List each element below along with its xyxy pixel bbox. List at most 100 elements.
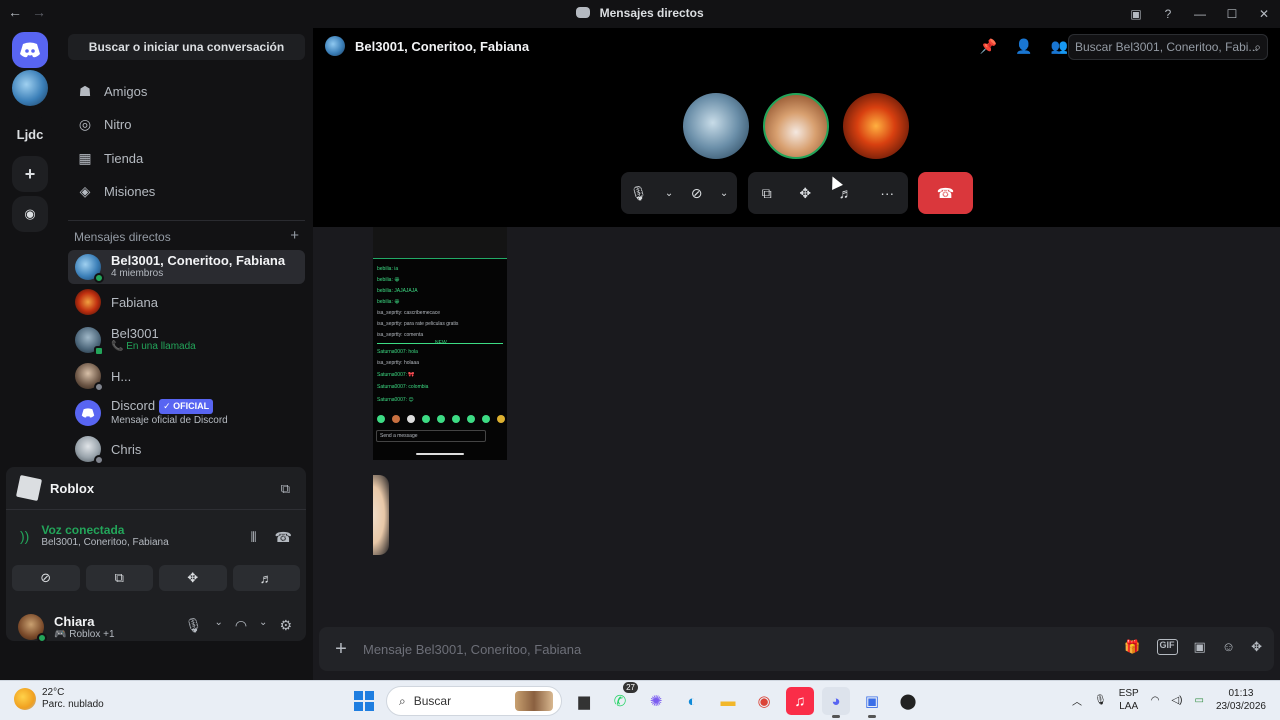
copilot-icon[interactable]: ✺ (642, 687, 670, 715)
dm-item-h[interactable]: H... (68, 359, 305, 393)
discord-taskbar-icon[interactable]: ◕ (822, 687, 850, 718)
game-activity[interactable]: Roblox (15, 474, 94, 502)
taskbar-search[interactable]: ⌕ Buscar (386, 686, 562, 716)
message-input[interactable]: Mensaje Bel3001, Coneritoo, Fabiana (363, 642, 581, 657)
nitro-icon: ◎ (78, 116, 92, 132)
gif-icon[interactable]: GIF (1156, 639, 1178, 655)
close-button[interactable]: ✕ (1248, 7, 1280, 21)
server-ljdc[interactable]: Ljdc (12, 116, 48, 152)
nav-friends[interactable]: ☗ Amigos (68, 76, 305, 106)
soundboard-button[interactable]: ♬ (232, 565, 300, 591)
discord-app: ← → Mensajes directos ▣ ? — ☐ ✕ Ljdc + ◉ (0, 0, 1280, 680)
chevron-down-icon[interactable]: ⌄ (214, 617, 222, 634)
activities-button[interactable]: ✥ (159, 565, 227, 591)
chevron-up-icon[interactable]: ︿ (1072, 693, 1082, 708)
audio-video-controls: 🎙 ⌄ ⊘ ⌄ (621, 172, 737, 214)
camera-off-icon[interactable]: ⊘ (691, 185, 703, 202)
whatsapp-icon[interactable]: ✆ 27 (606, 682, 638, 715)
dm-section-header: Mensajes directos + (74, 227, 299, 244)
minimize-button[interactable]: — (1184, 7, 1216, 21)
stream-game-icon[interactable]: ⧉ (281, 481, 290, 497)
dm-item-discord[interactable]: Discord ✓ OFICIAL Mensaje oficial de Disc… (68, 396, 305, 430)
maximize-button[interactable]: ☐ (1216, 7, 1248, 21)
user-panel: Chiara 🎮 Roblox +1 🎙 ⌄ ◠ ⌄ ⚙ (6, 603, 306, 651)
task-view-icon[interactable]: ▆ (570, 687, 598, 715)
discord-logo-icon (20, 42, 40, 58)
roblox-taskbar-icon[interactable]: ▣ (858, 687, 886, 718)
activities-icon[interactable]: ✥ (799, 185, 811, 202)
microphone-icon[interactable]: 🎙 (1094, 695, 1107, 706)
help-icon[interactable]: ? (1152, 7, 1184, 21)
file-explorer-icon[interactable]: ▬ (714, 687, 742, 715)
explore-servers-button[interactable]: ◉ (12, 196, 48, 232)
dm-item-chris[interactable]: Chris (68, 432, 305, 466)
wifi-icon[interactable]: ◠ (1151, 695, 1160, 706)
chrome-icon[interactable]: ◉ (750, 687, 778, 715)
title-bar: ← → Mensajes directos ▣ ? — ☐ ✕ (0, 0, 1280, 28)
shop-icon: ▦ (78, 150, 92, 166)
disconnect-button[interactable]: ☎ (918, 172, 973, 214)
emoji-icon[interactable]: ☺ (1222, 639, 1235, 655)
clock[interactable]: 01:13 23/03/2026 (1216, 687, 1266, 713)
disconnect-icon[interactable]: ☎ (275, 529, 292, 546)
add-friends-icon[interactable]: 👤 (1015, 38, 1032, 55)
microphone-icon[interactable]: 🎙 (185, 617, 203, 634)
camera-off-button[interactable]: ⊘ (12, 565, 80, 591)
avatar (75, 436, 104, 465)
battery-icon[interactable]: ▭ (1194, 695, 1203, 706)
call-area: Bel3001, Coneritoo, Fabiana 📌 👤 👥 Buscar… (313, 28, 1280, 227)
voice-status[interactable]: )) Voz conectada Bel3001, Coneritoo, Fab… (20, 523, 169, 548)
compass-icon: ◉ (24, 206, 36, 221)
roblox-icon (15, 474, 43, 502)
inbox-icon[interactable]: ▣ (1120, 7, 1152, 21)
microphone-icon[interactable]: 🎙 (630, 185, 648, 202)
music-icon[interactable]: ♫ (786, 687, 814, 715)
add-server-button[interactable]: + (12, 156, 48, 192)
sticker-icon[interactable]: ▣ (1194, 639, 1206, 655)
hang-up-icon: ☎ (936, 184, 955, 201)
group-icon (325, 36, 345, 56)
settings-gear-icon[interactable]: ⚙ (279, 617, 292, 634)
avatar[interactable] (18, 614, 47, 643)
nav-nitro[interactable]: ◎ Nitro (68, 109, 305, 139)
participant-avatar[interactable] (843, 93, 909, 159)
nav-quests[interactable]: ◈ Misiones (68, 176, 305, 206)
group-dm-server-icon[interactable] (12, 70, 48, 106)
headphones-icon[interactable]: ◠ (235, 617, 247, 634)
sticker-image[interactable] (373, 475, 389, 555)
dm-item-bel3001[interactable]: Bel3001 📞 En una llamada (68, 323, 305, 357)
app-icon[interactable]: ⬤ (894, 687, 922, 715)
attachment-image[interactable]: bebilia: ia bebilia: 😀 bebilia: JAJAJAJA… (373, 227, 507, 460)
dm-item-fabiana[interactable]: Fabiana (68, 285, 305, 319)
nav-shop[interactable]: ▦ Tienda (68, 143, 305, 173)
participant-avatar[interactable] (683, 93, 749, 159)
find-conversation-button[interactable]: Buscar o iniciar una conversación (68, 34, 305, 60)
home-button[interactable] (12, 32, 48, 68)
weather-widget[interactable]: 22°C Parc. nublado (14, 687, 104, 711)
volume-icon[interactable]: ◁) (1171, 695, 1182, 706)
participant-avatar[interactable] (763, 93, 829, 159)
gift-icon[interactable]: 🎁 (1124, 639, 1140, 655)
dm-item-group[interactable]: Bel3001, Coneritoo, Fabiana 4 miembros (68, 250, 305, 284)
language-indicator[interactable]: ESP LAA (1119, 687, 1139, 713)
screen-share-icon[interactable]: ⧉ (762, 185, 772, 202)
search-icon: ⌕ (399, 693, 406, 708)
more-options-icon[interactable]: ··· (880, 185, 894, 201)
pin-icon[interactable]: 📌 (980, 38, 997, 55)
attach-plus-button[interactable]: + (319, 638, 363, 661)
chevron-down-icon[interactable]: ⌄ (720, 188, 728, 199)
search-input[interactable]: Buscar Bel3001, Coneritoo, Fabi... ⌕ (1068, 34, 1268, 60)
members-icon[interactable]: 👥 (1051, 38, 1068, 55)
avatar (75, 363, 104, 392)
start-button[interactable] (350, 687, 378, 715)
soundboard-icon[interactable]: ♬ (839, 185, 853, 201)
apps-icon[interactable]: ✥ (1251, 639, 1262, 655)
create-dm-button[interactable]: + (290, 228, 299, 244)
discord-logo-icon (75, 400, 101, 426)
chevron-down-icon[interactable]: ⌄ (665, 188, 673, 199)
screen-share-button[interactable]: ⧉ (85, 565, 153, 591)
edge-icon[interactable]: ◐ (678, 687, 706, 715)
chevron-down-icon[interactable]: ⌄ (259, 617, 267, 634)
avatar (75, 289, 101, 315)
noise-suppression-icon[interactable]: ⫴ (251, 529, 257, 546)
